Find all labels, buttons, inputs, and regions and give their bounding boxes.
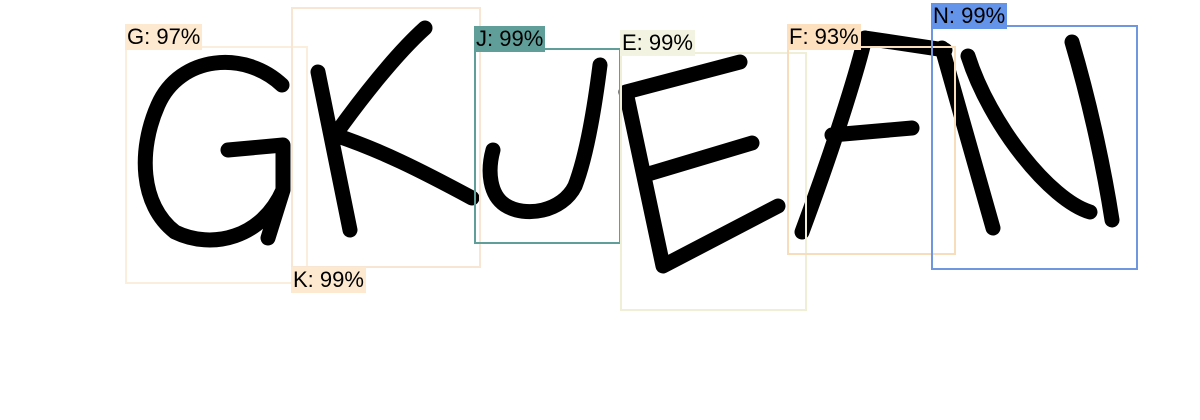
captcha-detection-view: G: 97% K: 99% J: 99% E: 99% F: 93% N: 99… <box>0 0 1200 420</box>
detection-label-j: J: 99% <box>474 26 546 52</box>
detection-box-g <box>125 46 308 284</box>
detection-label-f: F: 93% <box>787 24 861 50</box>
detection-label-k: K: 99% <box>291 267 366 293</box>
detection-box-n <box>931 25 1138 270</box>
detection-label-g: G: 97% <box>125 24 203 50</box>
detection-box-j <box>474 48 621 244</box>
detection-box-e <box>620 52 807 311</box>
detection-box-k <box>291 7 481 268</box>
detection-label-e: E: 99% <box>620 30 695 56</box>
detection-label-n: N: 99% <box>931 3 1008 29</box>
